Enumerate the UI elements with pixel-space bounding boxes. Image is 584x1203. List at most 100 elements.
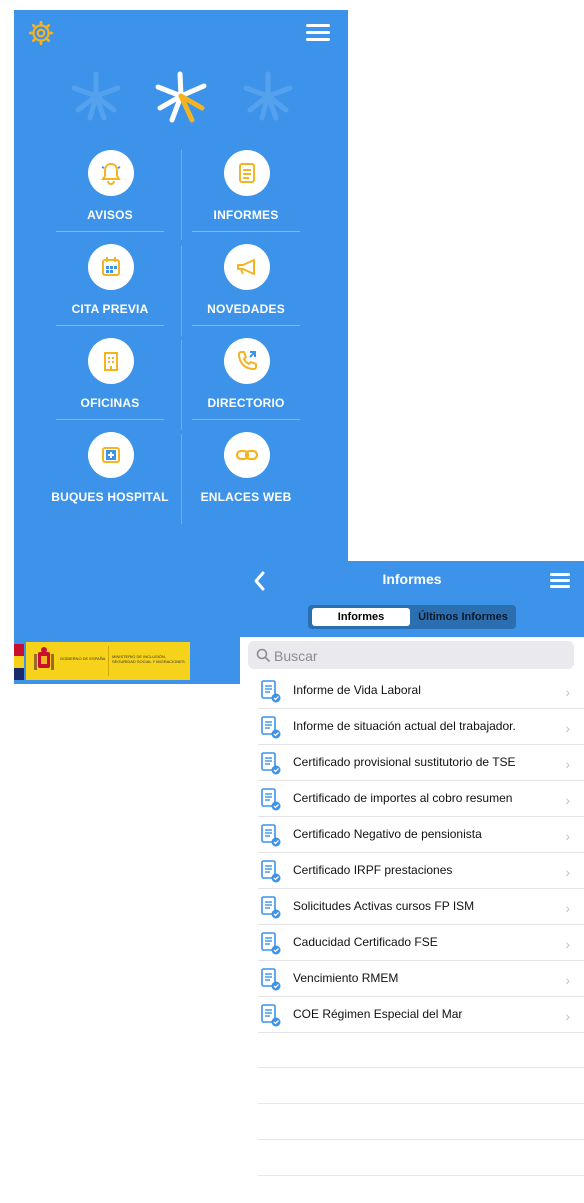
list-item[interactable]: Certificado de importes al cobro resumen… bbox=[240, 781, 584, 817]
list-item-label: COE Régimen Especial del Mar bbox=[293, 1007, 463, 1021]
grid-divider bbox=[181, 434, 182, 524]
chevron-right-icon: › bbox=[565, 900, 570, 916]
logo-main bbox=[155, 71, 207, 123]
list-item[interactable]: Caducidad Certificado FSE › bbox=[240, 925, 584, 961]
list-item[interactable]: Informe de Vida Laboral › bbox=[240, 673, 584, 709]
ministry-logo: GOBIERNO DE ESPAÑA MINISTERIO DE INCLUSI… bbox=[26, 642, 190, 680]
list-item[interactable]: Certificado IRPF prestaciones › bbox=[240, 853, 584, 889]
certificate-icon bbox=[261, 752, 281, 775]
bell-icon bbox=[88, 150, 134, 196]
menu-item-label: NOVEDADES bbox=[207, 302, 285, 316]
menu-item-label: DIRECTORIO bbox=[207, 396, 285, 410]
menu-item-enlaces-web[interactable]: ENLACES WEB bbox=[186, 432, 306, 524]
segmented-control: Informes Últimos Informes bbox=[308, 605, 516, 629]
gear-icon[interactable] bbox=[28, 20, 54, 46]
divider bbox=[56, 231, 164, 232]
ism-logo bbox=[14, 68, 348, 138]
list-item-label: Certificado de importes al cobro resumen bbox=[293, 791, 513, 805]
menu-item-label: AVISOS bbox=[87, 208, 133, 222]
chevron-right-icon: › bbox=[565, 972, 570, 988]
certificate-icon bbox=[261, 788, 281, 811]
list-item-label: Certificado Negativo de pensionista bbox=[293, 827, 482, 841]
chevron-right-icon: › bbox=[565, 864, 570, 880]
menu-item-label: CITA PREVIA bbox=[71, 302, 149, 316]
certificate-icon bbox=[261, 860, 281, 883]
row-separator bbox=[258, 1032, 584, 1033]
logo-ghost-left bbox=[71, 71, 121, 121]
chevron-right-icon: › bbox=[565, 1008, 570, 1024]
list-item-label: Solicitudes Activas cursos FP ISM bbox=[293, 899, 475, 913]
divider bbox=[192, 325, 300, 326]
menu-item-label: BUQUES HOSPITAL bbox=[51, 490, 169, 504]
informes-list: Informe de Vida Laboral › Informe de situa… bbox=[240, 673, 584, 1033]
tab-ultimos-informes[interactable]: Últimos Informes bbox=[414, 608, 512, 626]
gov-divider bbox=[108, 646, 109, 676]
list-item[interactable]: Vencimiento RMEM › bbox=[240, 961, 584, 997]
certificate-icon bbox=[261, 896, 281, 919]
menu-item-directorio[interactable]: DIRECTORIO bbox=[186, 338, 306, 430]
page-title: Informes bbox=[382, 571, 442, 587]
chevron-right-icon: › bbox=[565, 720, 570, 736]
document-icon bbox=[224, 150, 270, 196]
certificate-icon bbox=[261, 680, 281, 703]
calendar-icon bbox=[88, 244, 134, 290]
menu-item-novedades[interactable]: NOVEDADES bbox=[186, 244, 306, 336]
chevron-right-icon: › bbox=[565, 936, 570, 952]
menu-item-avisos[interactable]: AVISOS bbox=[50, 150, 170, 242]
chevron-right-icon: › bbox=[565, 828, 570, 844]
list-item[interactable]: Certificado Negativo de pensionista › bbox=[240, 817, 584, 853]
building-icon bbox=[88, 338, 134, 384]
ministry-label: MINISTERIO DE INCLUSIÓN, SEGURIDAD SOCIA… bbox=[112, 654, 185, 664]
list-item[interactable]: Certificado provisional sustitutorio de … bbox=[240, 745, 584, 781]
search-bar bbox=[248, 641, 574, 669]
certificate-icon bbox=[261, 716, 281, 739]
search-icon bbox=[256, 648, 270, 662]
flag-strip bbox=[14, 644, 24, 680]
empty-row-separator bbox=[258, 1139, 584, 1140]
menu-item-buques-hospital[interactable]: BUQUES HOSPITAL bbox=[50, 432, 170, 524]
tab-informes[interactable]: Informes bbox=[312, 608, 410, 626]
gov-label: GOBIERNO DE ESPAÑA bbox=[60, 656, 106, 661]
list-item[interactable]: Informe de situación actual del trabajad… bbox=[240, 709, 584, 745]
medical-kit-icon bbox=[88, 432, 134, 478]
menu-item-label: INFORMES bbox=[213, 208, 279, 222]
menu-item-label: ENLACES WEB bbox=[200, 490, 292, 504]
empty-row-separator bbox=[258, 1103, 584, 1104]
certificate-icon bbox=[261, 824, 281, 847]
divider bbox=[192, 419, 300, 420]
certificate-icon bbox=[261, 968, 281, 991]
divider bbox=[192, 231, 300, 232]
logo-ghost-right bbox=[243, 71, 293, 121]
list-item-label: Informe de situación actual del trabajad… bbox=[293, 719, 516, 733]
list-item-label: Vencimiento RMEM bbox=[293, 971, 399, 985]
search-input[interactable] bbox=[272, 645, 566, 667]
list-item-label: Informe de Vida Laboral bbox=[293, 683, 421, 697]
grid-divider bbox=[181, 340, 182, 430]
list-item-label: Certificado provisional sustitutorio de … bbox=[293, 755, 516, 769]
list-item-label: Certificado IRPF prestaciones bbox=[293, 863, 453, 877]
empty-row-separator bbox=[258, 1175, 584, 1176]
megaphone-icon bbox=[224, 244, 270, 290]
menu-icon[interactable] bbox=[550, 573, 570, 589]
list-item-label: Caducidad Certificado FSE bbox=[293, 935, 438, 949]
list-item[interactable]: Solicitudes Activas cursos FP ISM › bbox=[240, 889, 584, 925]
certificate-icon bbox=[261, 1004, 281, 1027]
certificate-icon bbox=[261, 932, 281, 955]
menu-item-label: OFICINAS bbox=[80, 396, 140, 410]
phone-icon bbox=[224, 338, 270, 384]
chevron-right-icon: › bbox=[565, 756, 570, 772]
empty-row-separator bbox=[258, 1067, 584, 1068]
menu-item-cita-previa[interactable]: CITA PREVIA bbox=[50, 244, 170, 336]
menu-icon[interactable] bbox=[306, 24, 330, 42]
list-item[interactable]: COE Régimen Especial del Mar › bbox=[240, 997, 584, 1033]
chevron-right-icon: › bbox=[565, 684, 570, 700]
coat-of-arms-icon bbox=[34, 647, 54, 670]
divider bbox=[56, 325, 164, 326]
home-top-bar bbox=[14, 10, 348, 70]
menu-item-oficinas[interactable]: OFICINAS bbox=[50, 338, 170, 430]
informes-header: Informes Informes Últimos Informes bbox=[240, 561, 584, 637]
grid-divider bbox=[181, 150, 182, 240]
divider bbox=[56, 419, 164, 420]
link-icon bbox=[224, 432, 270, 478]
menu-item-informes[interactable]: INFORMES bbox=[186, 150, 306, 242]
